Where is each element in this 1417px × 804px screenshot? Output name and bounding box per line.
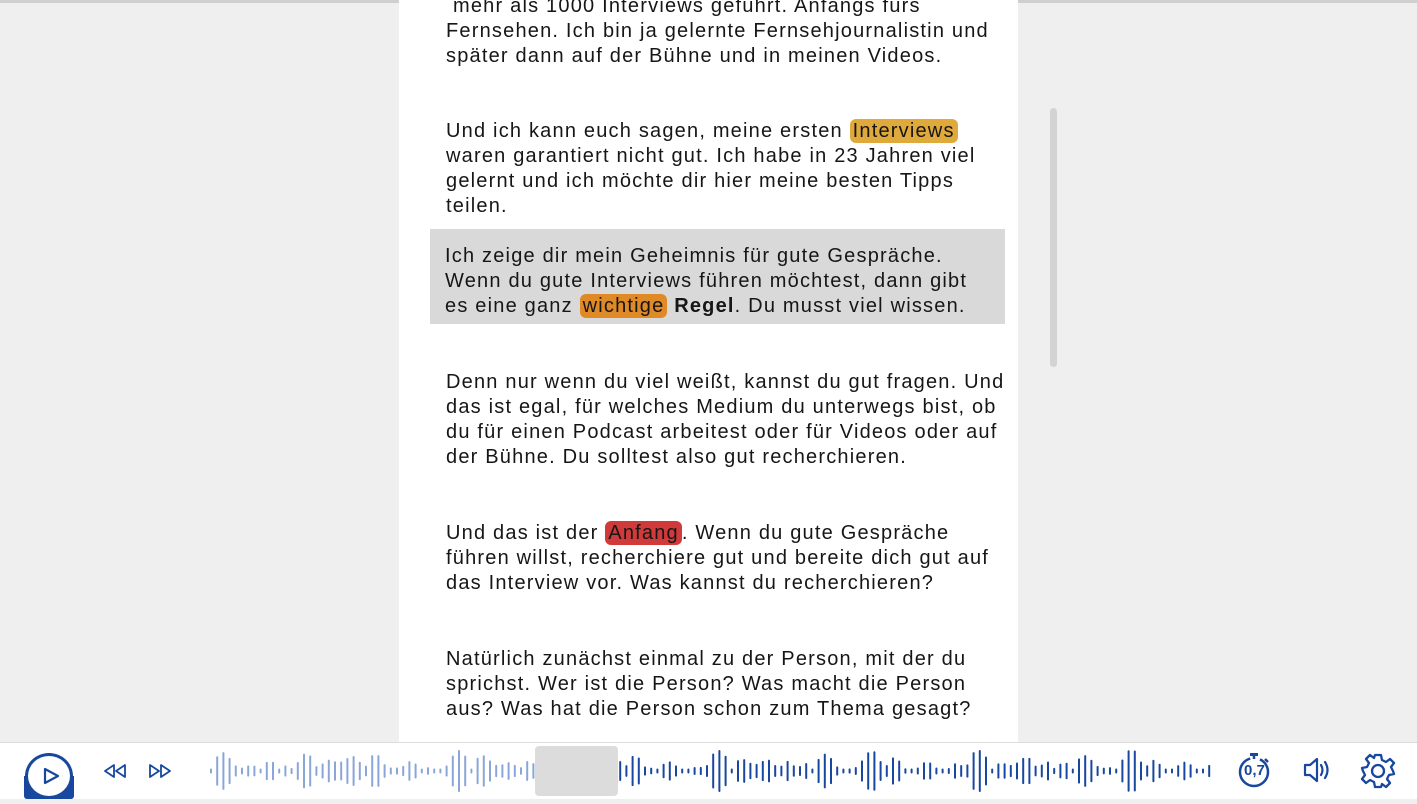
bold-word: Regel	[674, 295, 735, 317]
paragraph-text: waren garantiert nicht gut. Ich habe in …	[446, 145, 976, 217]
current-position-highlight[interactable]	[535, 746, 618, 796]
transcript-paragraph[interactable]: Und das ist der Anfang. Wenn du gute Ges…	[446, 521, 1006, 596]
playback-speed-value: 0,7	[1244, 762, 1265, 779]
paragraph-text: Denn nur wenn du viel weißt, kannst du g…	[446, 371, 1005, 468]
transcript-page[interactable]: mehr als 1000 Interviews geführt. Anfang…	[399, 0, 1018, 742]
paragraph-text: . Du musst viel wissen.	[734, 295, 966, 317]
rewind-icon	[104, 764, 126, 778]
transcript-paragraph[interactable]: Natürlich zunächst einmal zu der Person,…	[446, 647, 1006, 722]
transcript-paragraph[interactable]: mehr als 1000 Interviews geführt. Anfang…	[446, 0, 1006, 69]
highlighted-word[interactable]: Anfang	[605, 521, 682, 545]
paragraph-text: Natürlich zunächst einmal zu der Person,…	[446, 648, 972, 720]
play-icon	[25, 753, 73, 799]
playback-speed-button[interactable]: 0,7	[1235, 751, 1273, 789]
scrollbar-thumb[interactable]	[1050, 108, 1057, 367]
paragraph-text: mehr als 1000 Interviews geführt. Anfang…	[446, 0, 989, 67]
waveform	[210, 750, 1211, 792]
gear-icon	[1360, 753, 1396, 789]
fast-forward-icon	[149, 764, 171, 778]
fast-forward-button[interactable]	[147, 762, 173, 785]
audio-player-bar: 0,7	[0, 742, 1417, 799]
volume-icon	[1303, 757, 1329, 783]
active-paragraph[interactable]: Ich zeige dir mein Geheimnis für gute Ge…	[430, 229, 1005, 324]
audio-waveform-scrubber[interactable]	[205, 743, 1215, 799]
paragraph-text: Und das ist der	[446, 522, 606, 544]
transcript-paragraph[interactable]: Und ich kann euch sagen, meine ersten In…	[446, 119, 1006, 219]
settings-button[interactable]	[1359, 752, 1397, 795]
play-button[interactable]	[24, 752, 74, 799]
current-word-highlight[interactable]: wichtige	[579, 294, 668, 318]
volume-button[interactable]	[1302, 755, 1334, 790]
paragraph-text: Und ich kann euch sagen, meine ersten	[446, 120, 850, 142]
rewind-button[interactable]	[102, 762, 128, 785]
highlighted-word[interactable]: Interviews	[849, 119, 958, 143]
transcript-paragraph[interactable]: Denn nur wenn du viel weißt, kannst du g…	[446, 370, 1006, 470]
